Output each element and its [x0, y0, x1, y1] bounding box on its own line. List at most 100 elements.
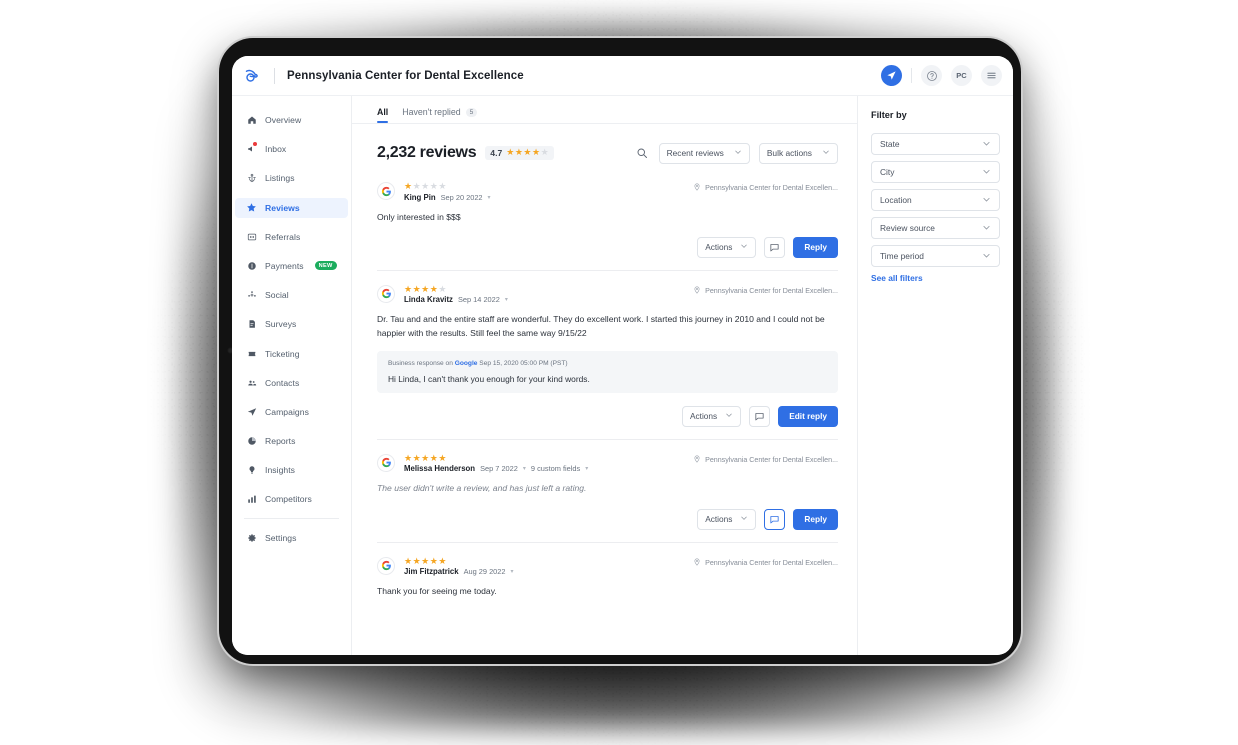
review-author: Linda Kravitz [404, 295, 453, 305]
review-rating-stars: ★ ★ ★ ★ ★ [404, 555, 514, 566]
star-icon: ★ [412, 181, 421, 191]
rating-value: 4.7 [490, 148, 503, 158]
sidebar-item-campaigns[interactable]: Campaigns [235, 402, 348, 422]
filter-location-dropdown[interactable]: Location [871, 189, 1000, 211]
review-text: Dr. Tau and and the entire staff are won… [377, 314, 825, 338]
sidebar-item-label: Reviews [265, 202, 300, 213]
comment-icon[interactable] [764, 236, 786, 258]
sidebar-item-reports[interactable]: Reports [235, 431, 348, 451]
star-icon: ★ [421, 181, 430, 191]
sidebar-item-label: Reports [265, 436, 296, 447]
review-location: Pennsylvania Center for Dental Excellen.… [693, 557, 838, 568]
sidebar-item-ticketing[interactable]: Ticketing [235, 344, 348, 364]
see-all-filters-link[interactable]: See all filters [871, 273, 1000, 283]
sidebar-item-label: Referrals [265, 231, 301, 242]
filter-label: City [880, 167, 895, 177]
chevron-down-icon [725, 411, 733, 421]
send-icon[interactable] [881, 65, 902, 86]
sidebar-item-label: Payments [265, 260, 304, 271]
app-header: Pennsylvania Center for Dental Excellenc… [232, 56, 1013, 96]
search-icon[interactable] [634, 145, 650, 161]
sidebar-item-insights[interactable]: Insights [235, 460, 348, 480]
star-icon [246, 202, 257, 213]
chevron-down-icon[interactable]: ▾ [511, 568, 514, 575]
filter-state-dropdown[interactable]: State [871, 133, 1000, 155]
avatar[interactable]: PC [951, 65, 972, 86]
bulk-actions-dropdown[interactable]: Bulk actions [758, 142, 838, 164]
users-icon [246, 377, 257, 388]
review-rating-stars: ★ ★ ★ ★ ★ [404, 283, 508, 294]
filter-panel: Filter by State City Location Review sou… [857, 96, 1013, 655]
tab-label: Haven't replied [402, 107, 461, 117]
review-rating-stars: ★ ★ ★ ★ ★ [404, 452, 588, 463]
table-row: ★ ★ ★ ★ ★ Linda Kravitz Sep 14 2022 ▾ Pe… [377, 271, 838, 440]
review-meta: ★ ★ ★ ★ ★ Melissa Henderson Sep 7 2022 ▾… [404, 452, 588, 473]
sidebar-item-referrals[interactable]: Referrals [235, 227, 348, 247]
star-icon: ★ [421, 555, 430, 566]
review-date: Sep 14 2022 [457, 295, 500, 305]
filter-review-source-dropdown[interactable]: Review source [871, 217, 1000, 239]
tab-count-badge: 5 [465, 107, 478, 117]
review-date: Sep 20 2022 [440, 192, 483, 202]
paper-plane-icon [246, 406, 257, 417]
star-icon: ★ [421, 452, 430, 463]
actions-dropdown[interactable]: Actions [697, 236, 757, 258]
location-pin-icon [693, 286, 701, 296]
chevron-down-icon[interactable]: ▾ [488, 194, 491, 201]
pie-chart-icon [246, 436, 257, 447]
chevron-down-icon[interactable]: ▾ [505, 296, 508, 303]
chevron-down-icon [982, 195, 991, 206]
google-icon [377, 556, 395, 575]
screenshot-stage: Pennsylvania Center for Dental Excellenc… [0, 0, 1238, 745]
star-icon: ★ [438, 452, 447, 463]
chevron-down-icon[interactable]: ▾ [523, 465, 526, 472]
review-text: The user didn't write a review, and has … [377, 483, 587, 494]
header-divider [274, 67, 275, 84]
reviews-tabs: All Haven't replied 5 [352, 96, 857, 124]
review-header: ★ ★ ★ ★ ★ Jim Fitzpatrick Aug 29 2022 ▾ [377, 555, 838, 577]
sidebar-item-listings[interactable]: Listings [235, 168, 348, 188]
sidebar-item-reviews[interactable]: Reviews [235, 197, 348, 218]
sidebar-item-social[interactable]: Social [235, 285, 348, 305]
birdeye-logo-icon[interactable] [242, 65, 264, 87]
google-icon [377, 453, 395, 472]
location-pin-icon [693, 455, 701, 465]
sidebar-item-competitors[interactable]: Competitors [235, 489, 348, 509]
average-rating: 4.7 ★ ★ ★ ★ ★ [485, 145, 554, 161]
star-icon: ★ [438, 555, 447, 566]
filter-city-dropdown[interactable]: City [871, 161, 1000, 183]
location-label: Pennsylvania Center for Dental Excellen.… [705, 286, 838, 295]
reply-button[interactable]: Reply [793, 508, 838, 530]
custom-fields-label[interactable]: 9 custom fields [531, 464, 580, 473]
review-meta: ★ ★ ★ ★ ★ Jim Fitzpatrick Aug 29 2022 ▾ [404, 555, 514, 577]
actions-dropdown[interactable]: Actions [681, 405, 742, 427]
hamburger-menu-icon[interactable] [981, 65, 1002, 86]
chevron-down-icon[interactable]: ▾ [585, 465, 588, 472]
sidebar-item-payments[interactable]: Payments NEW [235, 256, 348, 276]
review-author: Jim Fitzpatrick [404, 567, 459, 577]
edit-reply-button[interactable]: Edit reply [778, 405, 838, 427]
sidebar-item-settings[interactable]: Settings [235, 528, 348, 548]
tab-havent-replied[interactable]: Haven't replied 5 [402, 107, 478, 123]
sidebar-item-label: Social [265, 290, 289, 301]
tab-all[interactable]: All [377, 107, 389, 123]
review-date: Aug 29 2022 [463, 567, 506, 577]
summary-controls: Recent reviews Bulk actions [634, 142, 857, 164]
reply-button[interactable]: Reply [793, 236, 838, 258]
sidebar-item-overview[interactable]: Overview [235, 110, 348, 130]
header-action-divider [911, 68, 912, 83]
filter-label: Location [880, 195, 912, 205]
sidebar-item-label: Listings [265, 173, 295, 184]
sidebar-item-surveys[interactable]: Surveys [235, 314, 348, 334]
reviews-summary-bar: 2,232 reviews 4.7 ★ ★ ★ ★ ★ Recent revie… [352, 124, 857, 168]
help-circle-icon[interactable] [921, 65, 942, 86]
sidebar-item-contacts[interactable]: Contacts [235, 373, 348, 393]
sort-dropdown[interactable]: Recent reviews [658, 142, 750, 164]
filter-time-period-dropdown[interactable]: Time period [871, 245, 1000, 267]
star-icon: ★ [523, 146, 532, 157]
actions-dropdown[interactable]: Actions [697, 508, 757, 530]
comment-icon[interactable] [764, 508, 786, 530]
star-icon: ★ [429, 283, 438, 294]
sidebar-item-inbox[interactable]: Inbox [235, 139, 348, 159]
comment-icon[interactable] [749, 405, 771, 427]
